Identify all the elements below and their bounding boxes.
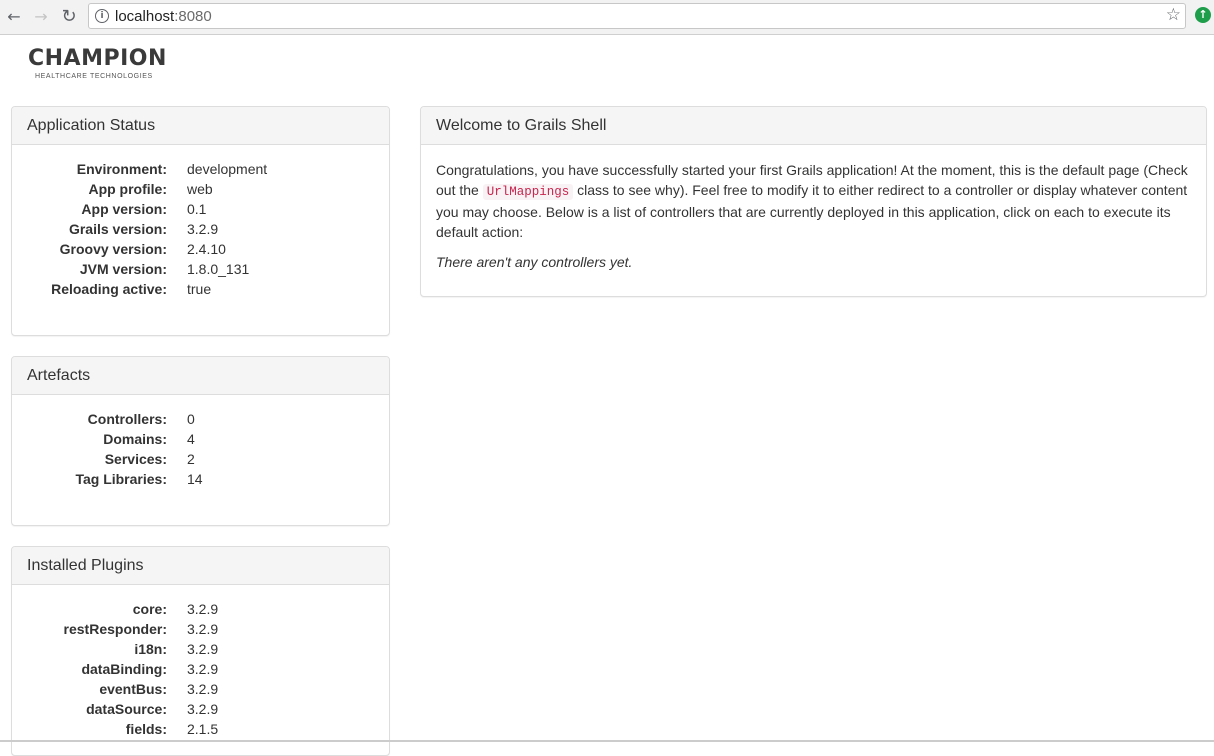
back-arrow-icon[interactable]: ← <box>3 5 25 27</box>
property-value: 0 <box>187 411 195 427</box>
company-logo[interactable]: CHAMPION HEALTHCARE TECHNOLOGIES <box>28 46 167 81</box>
panel-title: Installed Plugins <box>12 547 389 585</box>
property-label: Environment: <box>76 161 167 177</box>
property-label: Domains: <box>103 431 167 447</box>
property-value: 3.2.9 <box>187 601 219 617</box>
extension-update-icon[interactable]: ↑ <box>1195 7 1211 23</box>
property-label: dataBinding: <box>81 661 167 677</box>
property-value: 3.2.9 <box>187 701 219 717</box>
panel-title: Welcome to Grails Shell <box>421 107 1206 145</box>
property-value: 4 <box>187 431 195 447</box>
property-value: web <box>187 181 213 197</box>
welcome-paragraph: Congratulations, you have successfully s… <box>436 160 1191 242</box>
property-label: i18n: <box>134 641 167 657</box>
installed-plugins-list: core: 3.2.9 restResponder: 3.2.9 i18n: 3.2.9 d… <box>27 599 374 739</box>
bookmark-star-icon[interactable]: ☆ <box>1166 5 1181 25</box>
property-value: 2 <box>187 451 195 467</box>
logo-tagline: HEALTHCARE TECHNOLOGIES <box>35 73 153 80</box>
property-value: 3.2.9 <box>187 221 219 237</box>
installed-plugins-panel: Installed Plugins core: 3.2.9 restResponde… <box>11 546 390 756</box>
browser-toolbar: ← → ↻ i localhost:8080 ☆ ↑ <box>0 0 1214 35</box>
url-mappings-code: UrlMappings <box>482 184 574 200</box>
property-label: core: <box>132 601 167 617</box>
property-value: 1.8.0_131 <box>187 261 250 277</box>
property-value: 0.1 <box>187 201 207 217</box>
property-value: true <box>187 281 212 297</box>
property-label: Services: <box>104 451 167 467</box>
reload-icon[interactable]: ↻ <box>58 5 80 27</box>
property-label: restResponder: <box>63 621 167 637</box>
property-value: 14 <box>187 471 203 487</box>
forward-arrow-icon[interactable]: → <box>30 5 52 27</box>
property-value: 2.4.10 <box>187 241 226 257</box>
property-label: JVM version: <box>79 261 167 277</box>
property-value: 3.2.9 <box>187 681 219 697</box>
url-port: :8080 <box>174 8 212 25</box>
url-text[interactable]: localhost:8080 <box>115 8 212 25</box>
property-label: App profile: <box>88 181 167 197</box>
property-value: 3.2.9 <box>187 661 219 677</box>
artefacts-list: Controllers: 0 Domains: 4 Services: 2 Tag Libr… <box>27 409 374 489</box>
property-label: fields: <box>125 721 167 737</box>
property-label: dataSource: <box>86 701 167 717</box>
property-value: 3.2.9 <box>187 621 219 637</box>
no-controllers-note: There aren't any controllers yet. <box>436 254 633 270</box>
welcome-panel: Welcome to Grails Shell Congratulations,… <box>420 106 1207 297</box>
panel-title: Application Status <box>12 107 389 145</box>
application-status-panel: Application Status Environment: developme… <box>11 106 390 336</box>
property-label: App version: <box>81 201 167 217</box>
property-label: Reloading active: <box>51 281 167 297</box>
property-label: Tag Libraries: <box>75 471 167 487</box>
info-icon[interactable]: i <box>95 9 109 23</box>
application-status-list: Environment: development App profile: web Ap… <box>27 159 374 299</box>
property-label: Groovy version: <box>59 241 167 257</box>
logo-name: CHAMPION <box>28 46 167 71</box>
property-label: Grails version: <box>68 221 167 237</box>
property-value: 3.2.9 <box>187 641 219 657</box>
property-value: 2.1.5 <box>187 721 219 737</box>
address-bar[interactable]: i localhost:8080 ☆ <box>88 3 1186 29</box>
panel-title: Artefacts <box>12 357 389 395</box>
property-value: development <box>187 161 268 177</box>
property-label: eventBus: <box>99 681 167 697</box>
property-label: Controllers: <box>87 411 167 427</box>
artefacts-panel: Artefacts Controllers: 0 Domains: 4 Services… <box>11 356 390 526</box>
url-host: localhost <box>115 8 175 25</box>
